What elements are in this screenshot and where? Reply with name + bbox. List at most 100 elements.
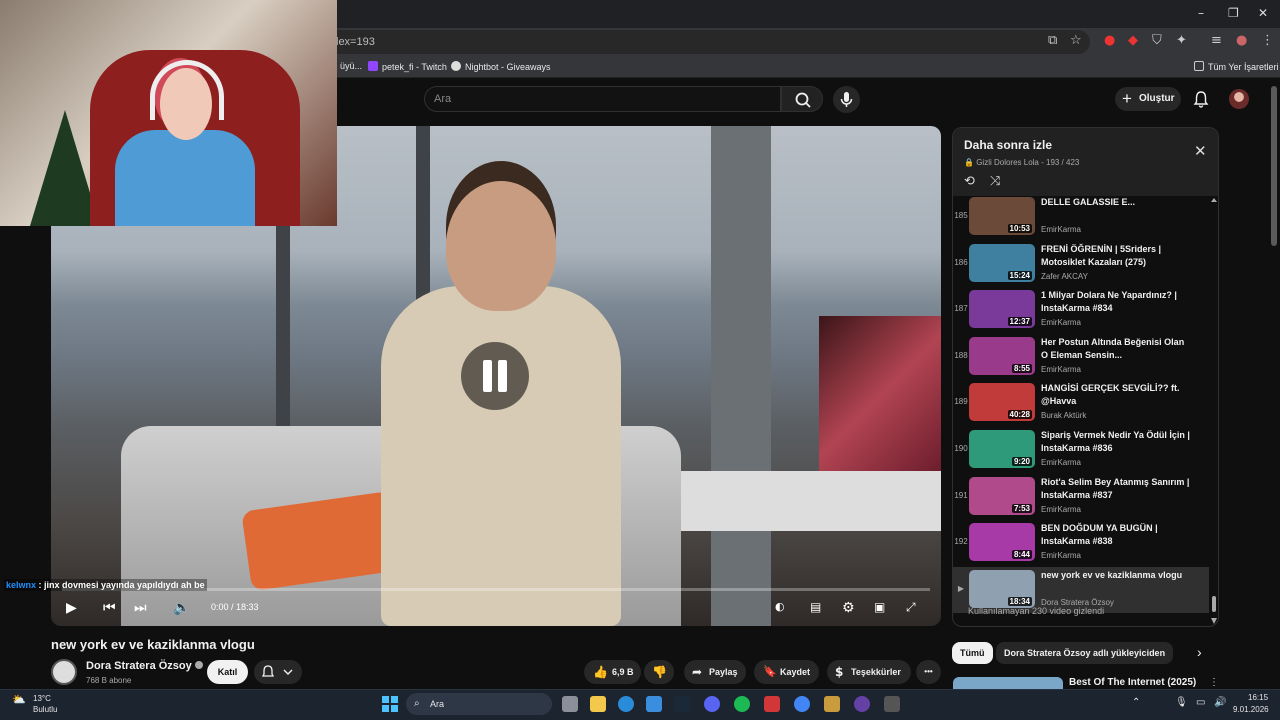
chips-next-icon[interactable]: › [1197,644,1202,660]
discord-icon[interactable] [704,696,720,712]
edge-icon[interactable] [618,696,634,712]
spotify-icon[interactable] [734,696,750,712]
close-icon[interactable]: ✕ [1194,142,1207,160]
league-icon[interactable] [824,696,840,712]
volume-icon[interactable]: 🔈 [173,600,190,616]
thanks-button[interactable]: $ Teşekkürler [827,660,911,684]
next-video-menu-icon[interactable]: ⋮ [1209,677,1219,688]
loop-icon[interactable]: ⟲ [964,174,975,189]
close-window-button[interactable]: ✕ [1258,6,1268,20]
settings-gear-icon[interactable]: ⚙ [842,600,855,616]
playlist-item-title[interactable]: HANGİSİ GERÇEK SEVGİLİ?? ft. @Havva [1041,382,1191,408]
playlist-item-title[interactable]: Riot'a Selim Bey Atanmış Sanırım | Insta… [1041,476,1191,502]
join-button[interactable]: Katıl [207,660,248,684]
next-video-thumbnail[interactable] [953,677,1063,689]
weather-icon[interactable]: ⛅ [12,693,26,706]
playlist-item[interactable]: 191 7:53 Riot'a Selim Bey Atanmış Sanırım … [953,474,1209,520]
weather-desc[interactable]: Bulutlu [33,705,57,714]
extensions-puzzle-icon[interactable]: ✦ [1176,33,1187,48]
all-bookmarks[interactable]: Tüm Yer İşaretleri [1194,61,1279,72]
playlist-item-title[interactable]: new york ev ve kaziklanma vlogu [1041,569,1191,582]
playlist-title[interactable]: Daha sonra izle [964,138,1052,152]
bookmark-item[interactable]: üyü... [340,61,362,71]
extension-icon[interactable]: ● [1104,33,1115,48]
address-url[interactable]: lex=193 [336,36,375,48]
network-icon[interactable]: ▭ [1196,697,1205,708]
cast-icon[interactable]: ⧉ [1048,33,1057,48]
next-icon[interactable]: ⏭ [134,600,147,616]
playlist-item-thumbnail[interactable]: 9:20 [969,430,1035,468]
clock-time[interactable]: 16:15 [1248,693,1268,702]
playlist-item-thumbnail[interactable]: 15:24 [969,243,1035,282]
playlist-item-title[interactable]: DELLE GALASSIE E... [1041,196,1191,209]
playlist-item[interactable]: 190 9:20 Sipariş Vermek Nedir Ya Ödül İçin… [953,427,1209,473]
riot-client-icon[interactable] [764,696,780,712]
shield-icon[interactable]: ⛉ [1152,33,1162,48]
chip-from-uploader[interactable]: Dora Stratera Özsoy adlı yükleyiciden [996,642,1174,664]
weather-temp[interactable]: 13°C [33,694,51,703]
file-explorer-icon[interactable] [590,696,606,712]
bookmark-item[interactable]: Nightbot - Giveaways [451,61,551,72]
playlist-item-title[interactable]: Sipariş Vermek Nedir Ya Ödül İçin | Inst… [1041,429,1191,455]
playlist-item-thumbnail[interactable]: 8:55 [969,336,1035,375]
chrome-icon[interactable] [794,696,810,712]
search-button[interactable] [781,86,823,112]
notification-dropdown-button[interactable] [254,660,302,684]
previous-icon[interactable]: ⏮ [103,600,116,616]
play-icon[interactable]: ▶ [66,600,77,616]
playlist-item[interactable]: 189 40:28 HANGİSİ GERÇEK SEVGİLİ?? ft. @Ha… [953,380,1209,426]
clock-date[interactable]: 9.01.2026 [1233,705,1269,714]
media-control-icon[interactable]: ≡ [1211,33,1222,48]
playlist-item-thumbnail[interactable]: 18:34 [969,569,1035,608]
share-button[interactable]: ➦ Paylaş [684,660,746,684]
minimize-button[interactable]: – [1198,6,1204,20]
task-view-icon[interactable] [562,696,578,712]
playlist-item-thumbnail[interactable]: 40:28 [969,383,1035,422]
playlist-item[interactable]: 185 10:53 DELLE GALASSIE E... EmirKarma [953,194,1209,240]
voice-search-button[interactable] [833,86,860,113]
playlist-item[interactable]: 187 12:37 1 Milyar Dolara Ne Yapardınız? |… [953,287,1209,333]
volume-tray-icon[interactable]: 🔊 [1214,697,1226,708]
channel-avatar[interactable] [51,659,77,685]
more-actions-button[interactable]: ••• [916,660,941,684]
next-video-title[interactable]: Best Of The Internet (2025) [1069,677,1196,688]
playlist-item-thumbnail[interactable]: 10:53 [969,197,1035,235]
playlist-item-thumbnail[interactable]: 7:53 [969,476,1035,515]
save-button[interactable]: 🔖 Kaydet [754,660,819,684]
create-button[interactable]: + Oluştur [1115,87,1181,111]
playlist-item-thumbnail[interactable]: 8:44 [969,523,1035,562]
chip-all[interactable]: Tümü [952,642,993,664]
notifications-bell-icon[interactable] [1192,90,1210,108]
miniplayer-icon[interactable]: ▣ [874,600,885,614]
dislike-button[interactable]: 👎 [644,660,674,684]
playlist-item-title[interactable]: Her Postun Altında Beğenisi Olan O Elema… [1041,336,1191,362]
bookmark-star-icon[interactable]: ☆ [1070,33,1082,48]
windows-start-icon[interactable] [382,696,398,712]
shuffle-icon[interactable]: ⤨ [990,174,1000,189]
taskbar-search[interactable] [406,693,552,715]
menu-dots-icon[interactable]: ⋮ [1261,33,1274,48]
playlist-item[interactable]: 192 8:44 BEN DOĞDUM YA BUGÜN | InstaKarma … [953,520,1209,566]
store-icon[interactable] [646,696,662,712]
app-icon[interactable] [884,696,900,712]
extension-icon[interactable]: ◆ [1128,33,1138,48]
obs-icon[interactable] [854,696,870,712]
bookmark-item[interactable]: petek_fi - Twitch [368,61,447,72]
mic-tray-icon[interactable]: 🎙 [1175,697,1188,708]
channel-name[interactable]: Dora Stratera Özsoy [86,660,203,672]
steam-icon[interactable] [674,696,690,712]
restore-button[interactable]: ❐ [1228,6,1239,20]
playlist-scrollbar[interactable] [1211,198,1217,624]
pause-overlay-button[interactable] [461,342,529,410]
playlist-item-title[interactable]: BEN DOĞDUM YA BUGÜN | InstaKarma #838 [1041,522,1191,548]
account-avatar[interactable] [1229,89,1249,109]
playlist-item-title[interactable]: FRENİ ÖĞRENİN | 5Sriders | Motosiklet Ka… [1041,243,1191,269]
search-input[interactable] [424,86,781,112]
like-button[interactable]: 👍 6,9 B [584,660,641,684]
playlist-item[interactable]: 186 15:24 FRENİ ÖĞRENİN | 5Sriders | Motos… [953,241,1209,287]
subtitles-icon[interactable]: ▤ [810,600,821,614]
address-bar[interactable] [300,30,1090,54]
profile-icon[interactable]: ● [1236,33,1247,48]
playlist-item-title[interactable]: 1 Milyar Dolara Ne Yapardınız? | InstaKa… [1041,289,1191,315]
tray-overflow-icon[interactable]: ⌃ [1132,697,1140,708]
